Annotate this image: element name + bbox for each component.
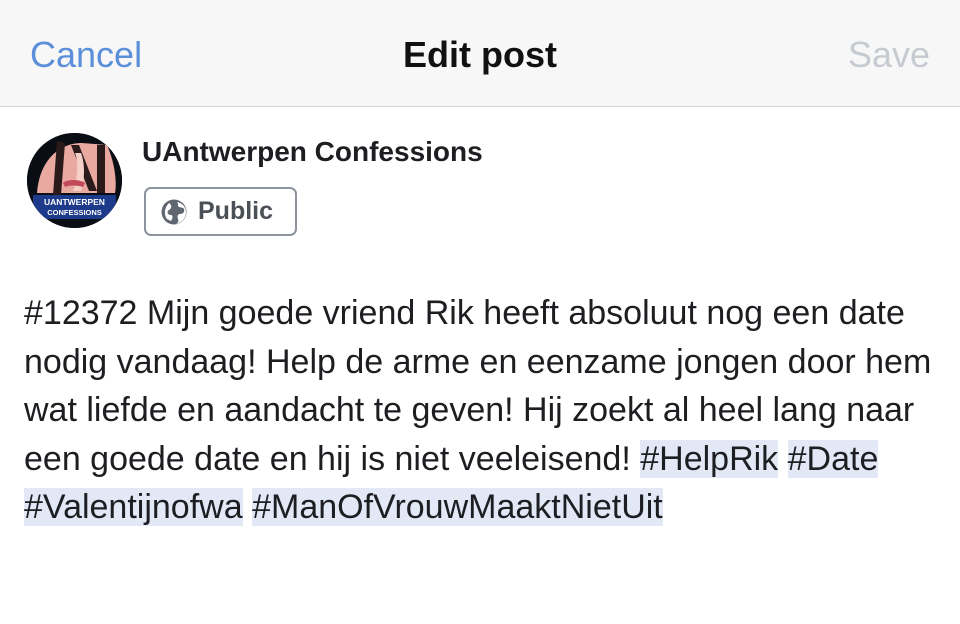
hashtag[interactable]: #HelpRik xyxy=(640,439,779,478)
avatar-image: UANTWERPEN CONFESSIONS xyxy=(27,133,122,228)
navigation-bar: Cancel Edit post Save xyxy=(0,0,960,107)
avatar[interactable]: UANTWERPEN CONFESSIONS xyxy=(27,133,122,228)
hashtag[interactable]: #Date xyxy=(787,439,879,478)
globe-icon xyxy=(161,199,187,224)
avatar-text-line2: CONFESSIONS xyxy=(47,208,102,217)
page-name[interactable]: UAntwerpen Confessions xyxy=(142,136,483,168)
audience-label: Public xyxy=(198,197,274,225)
audience-selector-button[interactable]: Public xyxy=(144,187,297,236)
post-text-editor[interactable]: #12372 Mijn goede vriend Rik heeft absol… xyxy=(24,289,936,532)
hashtag[interactable]: #Valentijnofwa xyxy=(24,488,243,526)
page-title: Edit post xyxy=(403,34,557,75)
hashtag[interactable]: #ManOfVrouwMaaktNietUit xyxy=(252,488,663,526)
avatar-text-line1: UANTWERPEN xyxy=(44,197,105,207)
save-button[interactable]: Save xyxy=(848,34,930,76)
